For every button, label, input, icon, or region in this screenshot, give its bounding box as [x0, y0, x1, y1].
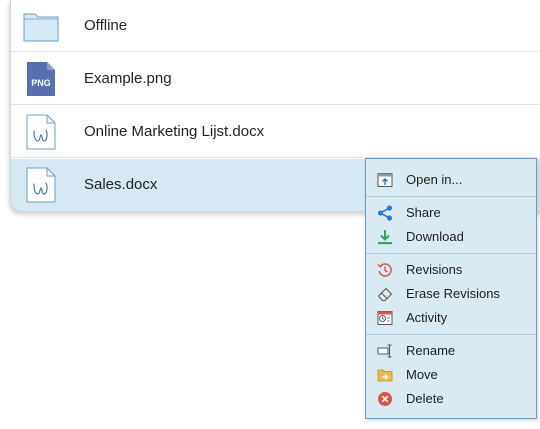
png-file-icon: PNG [27, 62, 55, 96]
menu-label: Activity [406, 310, 448, 325]
menu-divider [366, 253, 536, 254]
file-name: Offline [84, 17, 128, 34]
document-icon [26, 114, 56, 150]
menu-label: Erase Revisions [406, 286, 500, 301]
menu-item-share[interactable]: Share [366, 201, 536, 225]
menu-item-open-in[interactable]: Open in... [366, 168, 536, 192]
move-folder-icon [377, 369, 393, 382]
eraser-icon [377, 287, 393, 301]
menu-label: Revisions [406, 262, 463, 277]
png-icon-text: PNG [31, 78, 51, 88]
download-icon [378, 230, 392, 245]
menu-label: Delete [406, 391, 444, 406]
menu-item-download[interactable]: Download [366, 225, 536, 249]
document-icon [26, 167, 56, 203]
file-name: Online Marketing Lijst.docx [84, 123, 265, 140]
file-name: Example.png [84, 70, 172, 87]
file-name: Sales.docx [84, 176, 158, 193]
file-row-offline[interactable]: Offline [11, 0, 540, 52]
menu-label: Rename [406, 343, 456, 358]
revisions-icon [377, 263, 392, 277]
menu-divider [366, 196, 536, 197]
share-icon [377, 205, 393, 221]
menu-item-rename[interactable]: Rename [366, 339, 536, 363]
menu-item-activity[interactable]: Activity [366, 306, 536, 330]
context-menu: Open in... Share Download Revisions Eras… [365, 158, 537, 419]
menu-item-move[interactable]: Move [366, 363, 536, 387]
menu-item-delete[interactable]: Delete [366, 387, 536, 411]
menu-label: Open in... [406, 172, 463, 187]
menu-label: Share [406, 205, 441, 220]
open-in-icon [377, 173, 393, 187]
menu-item-erase-revisions[interactable]: Erase Revisions [366, 282, 536, 306]
delete-icon [378, 392, 392, 406]
menu-label: Move [406, 367, 438, 382]
folder-icon [23, 13, 59, 42]
activity-icon [377, 311, 393, 325]
file-row-online-marketing[interactable]: Online Marketing Lijst.docx [11, 106, 540, 158]
menu-divider [366, 334, 536, 335]
file-row-example-png[interactable]: PNG Example.png [11, 53, 540, 105]
menu-label: Download [406, 229, 464, 244]
file-browser: Offline PNG Example.png Online Marketing… [0, 0, 540, 429]
menu-item-revisions[interactable]: Revisions [366, 258, 536, 282]
rename-icon [377, 344, 392, 358]
